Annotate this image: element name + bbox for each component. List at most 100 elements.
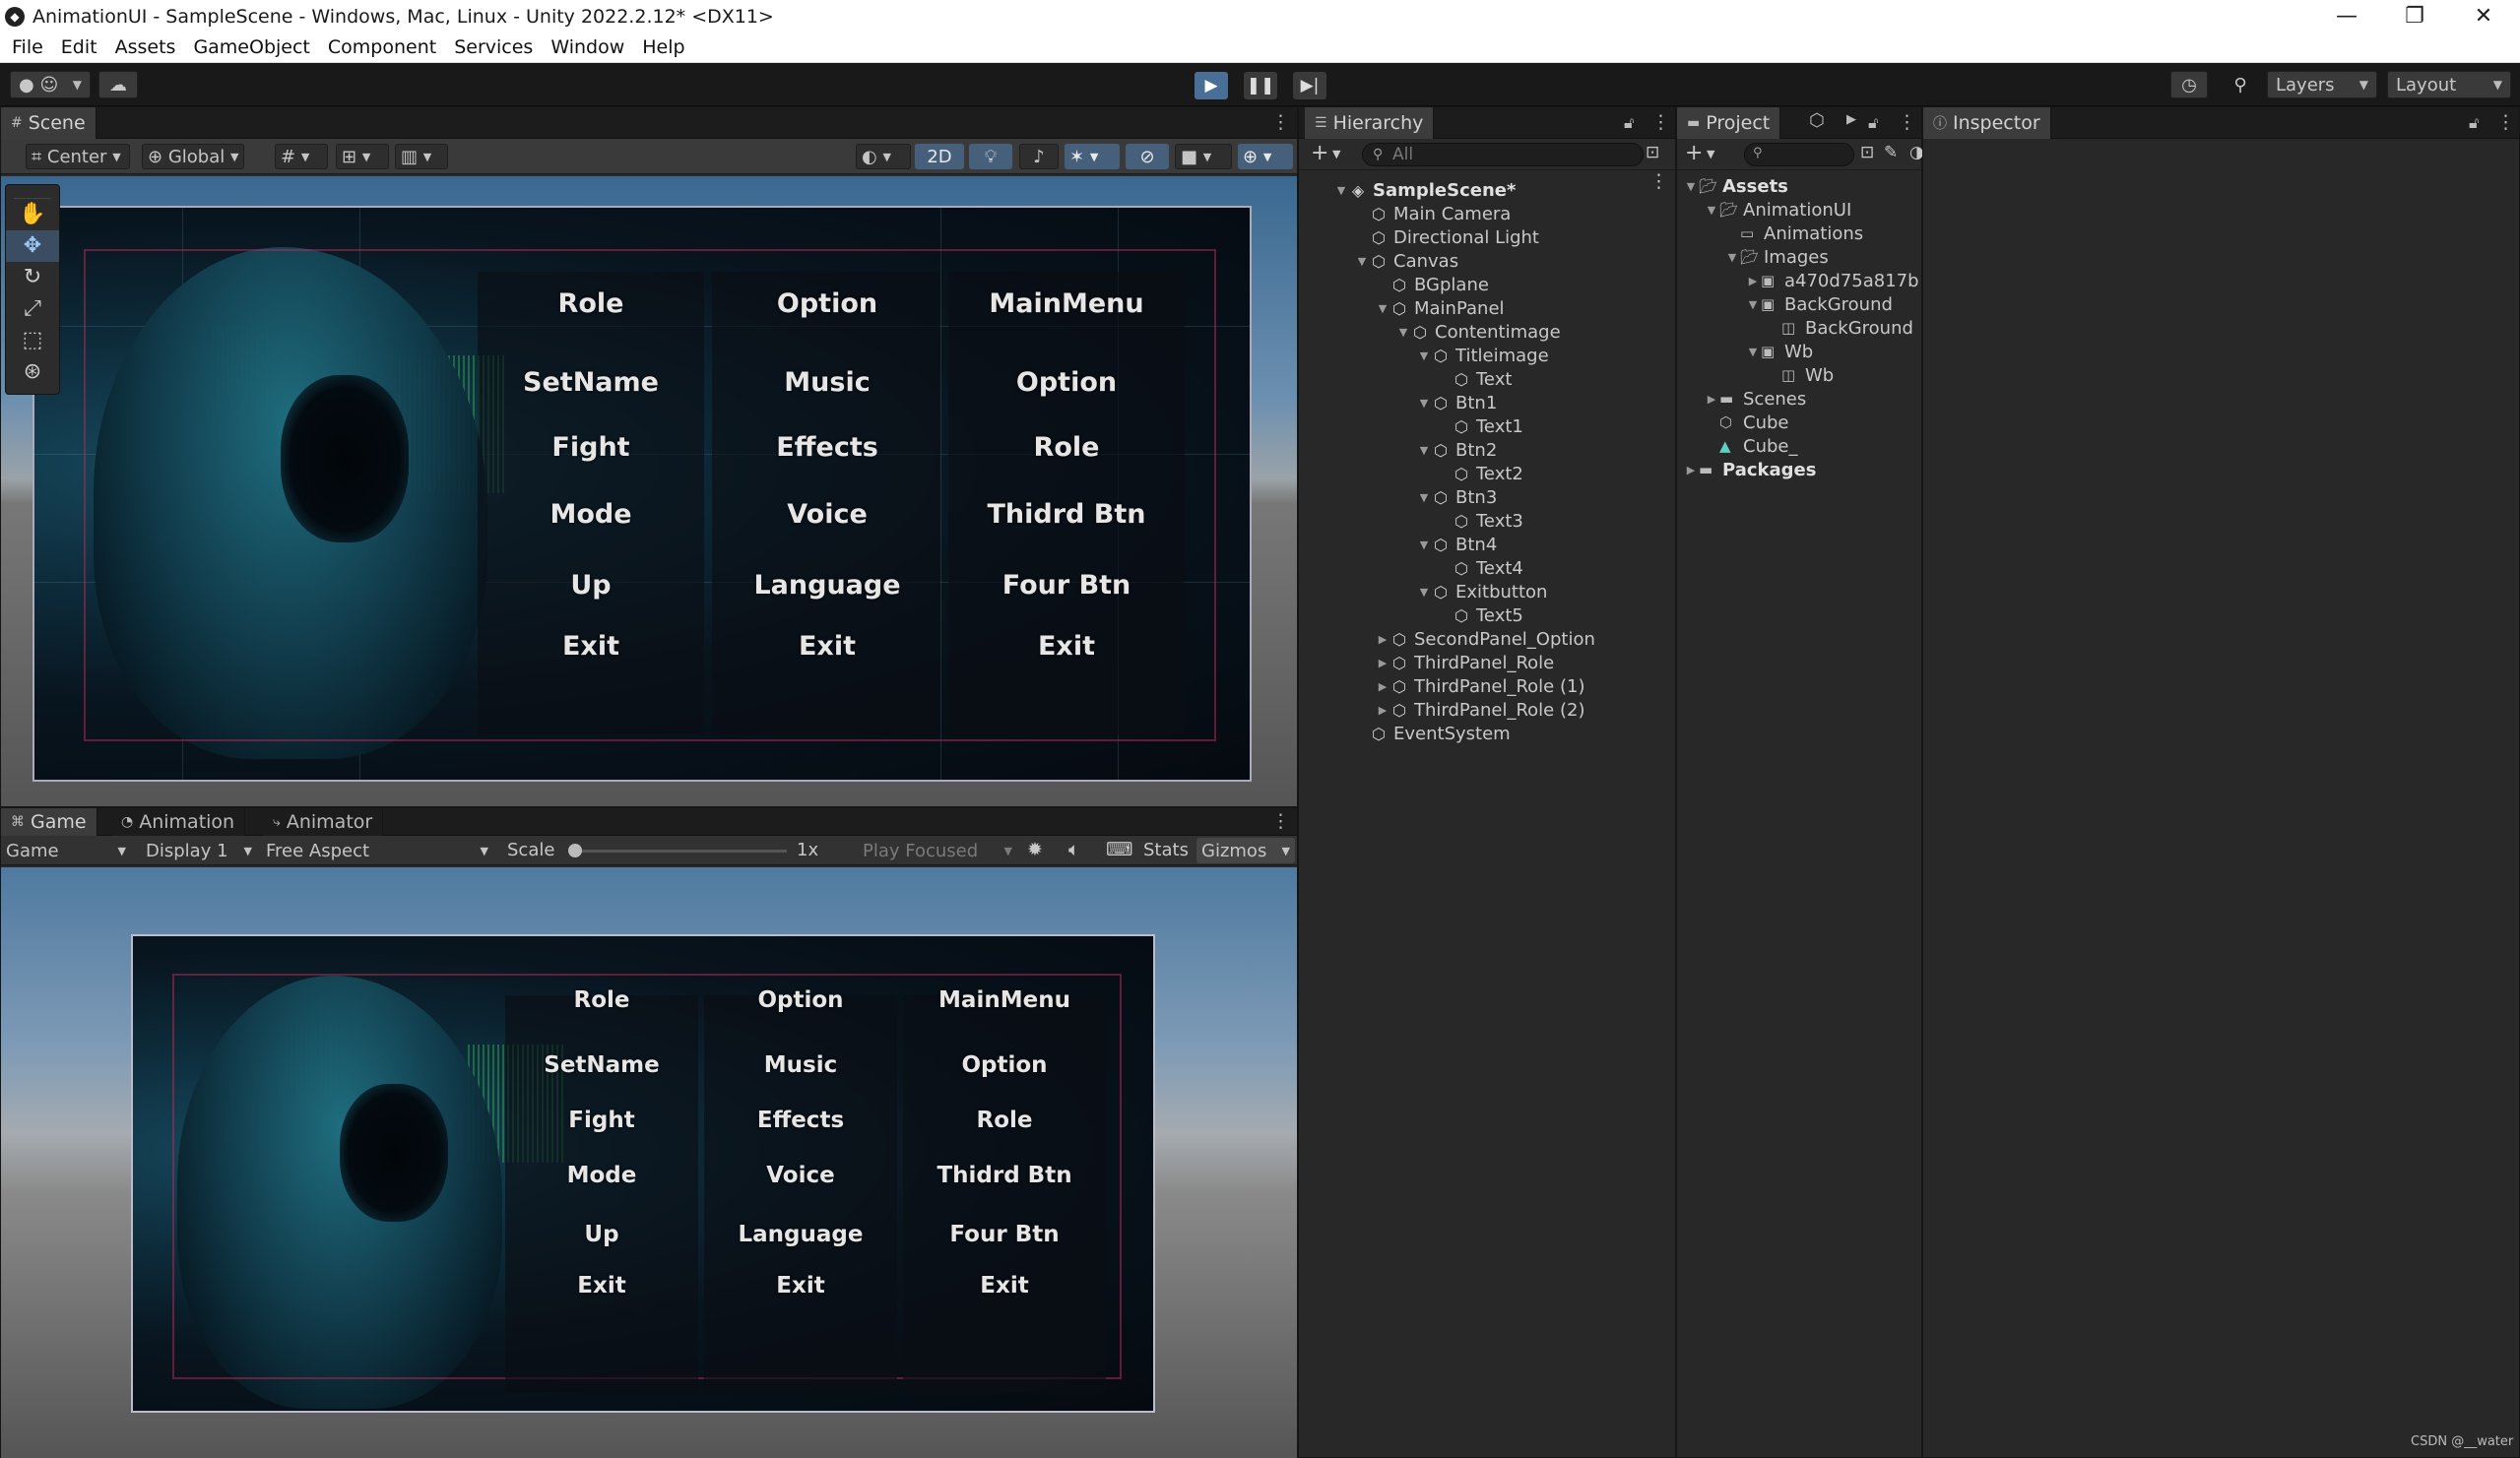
expand-arrow-icon[interactable]: ▶ — [1683, 464, 1699, 476]
rotate-tool-icon[interactable]: ↻ — [6, 262, 59, 293]
scene-ui-button[interactable]: Exit — [1038, 631, 1095, 662]
hierarchy-item[interactable]: ⬡ Text2 — [1438, 462, 1523, 485]
project-item[interactable]: ▼ ▣ Wb — [1745, 340, 1813, 363]
expand-arrow-icon[interactable]: ▼ — [1376, 302, 1389, 315]
layers-dropdown[interactable]: Layers ▼ — [2267, 71, 2377, 98]
move-tool-icon[interactable]: ✥ — [6, 230, 59, 262]
hierarchy-item[interactable]: ⬡ BGplane — [1376, 273, 1489, 296]
tab-animation[interactable]: ◔ Animation — [111, 808, 246, 836]
hierarchy-item[interactable]: ⬡ Directional Light — [1355, 225, 1539, 249]
expand-arrow-icon[interactable]: ▶ — [1704, 393, 1719, 406]
project-item[interactable]: ◫ BackGround — [1766, 316, 1913, 340]
audio-button[interactable]: ♪ — [1019, 144, 1059, 169]
game-ui-button[interactable]: Thidrd Btn — [937, 1163, 1071, 1188]
search-options-icon[interactable]: ⊡ — [1646, 143, 1659, 162]
project-search-input[interactable]: ⚲ — [1744, 143, 1854, 166]
package-icon[interactable]: ⬡ — [1809, 110, 1825, 131]
display-dropdown[interactable]: Display 1 ▼ — [141, 838, 257, 863]
scene-ui-button[interactable]: Mode — [549, 499, 631, 530]
scale-tool-icon[interactable]: ⤢ — [6, 293, 59, 325]
game-ui-button[interactable]: MainMenu — [938, 987, 1070, 1013]
chevron-down-icon[interactable]: ▼ — [1332, 148, 1340, 160]
game-ui-button[interactable]: Option — [961, 1052, 1047, 1078]
collapse-arrow-icon[interactable]: ▶ — [1376, 704, 1389, 717]
scene-ui-button[interactable]: Role — [558, 288, 624, 319]
view-select-dropdown[interactable]: Game ▼ — [1, 838, 131, 863]
hierarchy-item[interactable]: ▶ ⬡ ThirdPanel_Role — [1376, 651, 1555, 674]
pivot-dropdown[interactable]: ⌗ Center ▼ — [26, 144, 130, 169]
project-item[interactable]: ▼ 📂︎ AnimationUI — [1704, 198, 1851, 222]
game-menu-icon[interactable]: ⋮ — [1271, 810, 1290, 832]
menu-edit[interactable]: Edit — [61, 36, 97, 58]
project-item[interactable]: ◫ Wb — [1766, 363, 1834, 387]
collapse-arrow-icon[interactable]: ▶ — [1376, 657, 1389, 669]
scene-ui-button[interactable]: Music — [784, 367, 870, 398]
hierarchy-menu-icon[interactable]: ⋮ — [1651, 111, 1670, 133]
game-ui-button[interactable]: Effects — [757, 1108, 844, 1133]
step-button[interactable]: ▶| — [1293, 72, 1326, 99]
collapse-arrow-icon[interactable]: ▶ — [1376, 680, 1389, 693]
scene-ui-button[interactable]: MainMenu — [989, 288, 1143, 319]
expand-arrow-icon[interactable]: ▼ — [1745, 346, 1761, 358]
game-viewport[interactable]: Role SetName Fight Mode Up Exit Option Music Eff… — [1, 867, 1297, 1458]
hierarchy-item[interactable]: ▶ ⬡ SecondPanel_Option — [1376, 627, 1595, 651]
menu-file[interactable]: File — [12, 36, 43, 58]
project-item[interactable]: ▼ 📂︎ Images — [1724, 245, 1829, 269]
game-ui-button[interactable]: Voice — [766, 1163, 834, 1188]
hierarchy-item[interactable]: ⬡ Main Camera — [1355, 202, 1511, 225]
project-item[interactable]: ▶ ▣ a470d75a817b — [1745, 269, 1919, 292]
lock-icon[interactable]: 🔓︎ — [1868, 113, 1878, 133]
expand-arrow-icon[interactable]: ▼ — [1396, 326, 1410, 339]
game-ui-button[interactable]: Fight — [568, 1108, 634, 1133]
project-item[interactable]: ▼ 📂︎ Assets — [1683, 174, 1788, 198]
lighting-button[interactable]: 💡︎ — [969, 144, 1012, 169]
scene-ui-button[interactable]: Language — [753, 570, 900, 601]
inspector-menu-icon[interactable]: ⋮ — [2496, 111, 2515, 133]
play-focused-dropdown[interactable]: Play Focused ▼ — [858, 838, 1017, 863]
game-ui-button[interactable]: Language — [739, 1222, 864, 1247]
tab-inspector[interactable]: ⓘ Inspector — [1923, 107, 2051, 139]
hierarchy-item[interactable]: ▼ ⬡ Btn1 — [1417, 391, 1498, 414]
hierarchy-item[interactable]: ▼ ⬡ MainPanel — [1376, 296, 1505, 320]
menu-gameobject[interactable]: GameObject — [193, 36, 309, 58]
close-button[interactable]: ✕ — [2450, 0, 2517, 32]
hierarchy-item[interactable]: ▼ ⬡ Btn2 — [1417, 438, 1498, 462]
game-ui-button[interactable]: Up — [584, 1222, 618, 1247]
menu-component[interactable]: Component — [328, 36, 436, 58]
hand-tool-icon[interactable]: ✋ — [6, 199, 59, 230]
lock-icon[interactable]: 🔓︎ — [2469, 113, 2479, 133]
expand-arrow-icon[interactable]: ▼ — [1334, 184, 1348, 197]
tab-project[interactable]: ▬ Project — [1677, 107, 1781, 139]
scene-ui-button[interactable]: Thidrd Btn — [988, 499, 1146, 530]
pause-button[interactable]: ❚❚ — [1244, 72, 1277, 99]
project-item[interactable]: ▼ ▣ BackGround — [1745, 292, 1893, 316]
gizmos-dropdown[interactable]: Gizmos ▼ — [1196, 838, 1295, 863]
hierarchy-item[interactable]: ▼ ⬡ Contentimage — [1396, 320, 1561, 344]
play-button[interactable]: ▶ — [1195, 72, 1228, 99]
expand-arrow-icon[interactable]: ▼ — [1417, 539, 1431, 551]
scale-slider[interactable] — [568, 844, 787, 857]
lock-icon[interactable]: 🔓︎ — [1624, 113, 1634, 133]
mute-audio-icon[interactable]: 🔈︎ — [1068, 839, 1079, 860]
scene-visibility-button[interactable]: ⊘ — [1126, 144, 1169, 169]
2d-mode-button[interactable]: 2D — [915, 144, 964, 169]
add-icon[interactable]: + — [1311, 141, 1328, 165]
scene-options-icon[interactable]: ⋮ — [1649, 170, 1668, 192]
tab-animator[interactable]: ⤷ Animator — [263, 808, 384, 836]
camera-settings-button[interactable]: ■ ▼ — [1175, 144, 1232, 169]
scene-ui-button[interactable]: Exit — [562, 631, 619, 662]
scale-slider-thumb[interactable] — [568, 844, 582, 857]
scene-ui-button[interactable]: Up — [570, 570, 611, 601]
hierarchy-item[interactable]: ▼ ⬡ Exitbutton — [1417, 580, 1548, 603]
hierarchy-item[interactable]: ▶ ⬡ ThirdPanel_Role (2) — [1376, 698, 1585, 722]
hierarchy-search-input[interactable]: ⚲ All — [1362, 143, 1644, 166]
menu-assets[interactable]: Assets — [115, 36, 176, 58]
game-ui-button[interactable]: Exit — [776, 1273, 824, 1299]
scene-ui-button[interactable]: Exit — [799, 631, 856, 662]
account-dropdown[interactable]: ● ☺ ▼ — [10, 71, 91, 98]
expand-arrow-icon[interactable]: ▼ — [1417, 397, 1431, 410]
expand-arrow-icon[interactable]: ▼ — [1683, 180, 1699, 193]
maximize-button[interactable]: ❐ — [2381, 0, 2448, 32]
snap-increment-button[interactable]: ⊞ ▼ — [336, 144, 389, 169]
expand-arrow-icon[interactable]: ▼ — [1355, 255, 1369, 268]
